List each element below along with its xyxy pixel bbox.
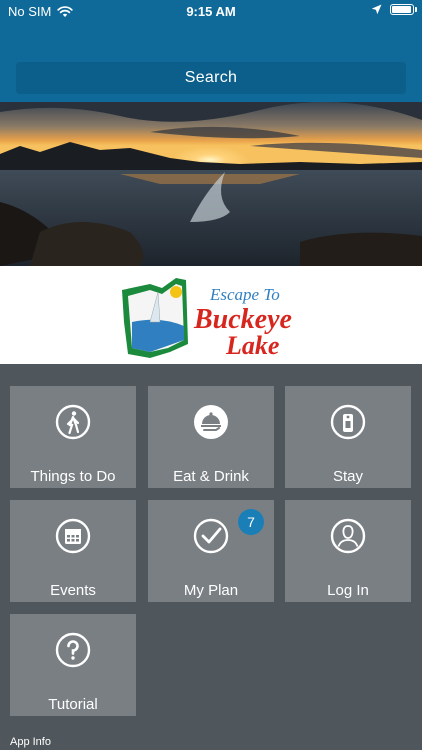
tile-label-things-to-do: Things to Do [30,468,116,485]
tile-eat-drink[interactable]: Eat & Drink [148,386,274,488]
tile-label-my-plan: My Plan [183,582,239,599]
tile-log-in[interactable]: Log In [285,500,411,602]
hotel-tag-icon [330,404,366,440]
walking-person-icon [55,404,91,440]
hero-image [0,102,422,266]
status-bar: No SIM 9:15 AM [0,0,422,24]
user-icon [330,518,366,554]
status-time: 9:15 AM [186,4,236,19]
my-plan-count-badge: 7 [238,509,264,535]
status-right [371,4,417,15]
app-header: No SIM 9:15 AM Search [0,0,422,102]
tile-tutorial[interactable]: Tutorial [10,614,136,716]
tile-label-eat-drink: Eat & Drink [173,468,249,485]
tile-stay[interactable]: Stay [285,386,411,488]
buckeye-lake-logo: Escape To Buckeye Lake [122,278,292,360]
question-icon [55,632,91,668]
tile-label-stay: Stay [332,468,363,485]
checkmark-icon [193,518,229,554]
battery-fill [392,6,411,13]
search-button[interactable]: Search [16,62,406,94]
logo-line1: Escape To [209,285,280,304]
logo-line3: Lake [225,331,279,360]
tile-label-tutorial: Tutorial [48,696,98,713]
battery-icon [390,4,417,15]
tile-label-log-in: Log In [327,582,369,599]
logo-band: Escape To Buckeye Lake [0,266,422,364]
location-arrow-icon [371,4,382,15]
tile-label-events: Events [50,582,96,599]
tile-things-to-do[interactable]: Things to Do [10,386,136,488]
calendar-icon [55,518,91,554]
tile-events[interactable]: Events [10,500,136,602]
app-info-link[interactable]: App Info [10,736,51,748]
food-platter-icon [194,405,228,439]
